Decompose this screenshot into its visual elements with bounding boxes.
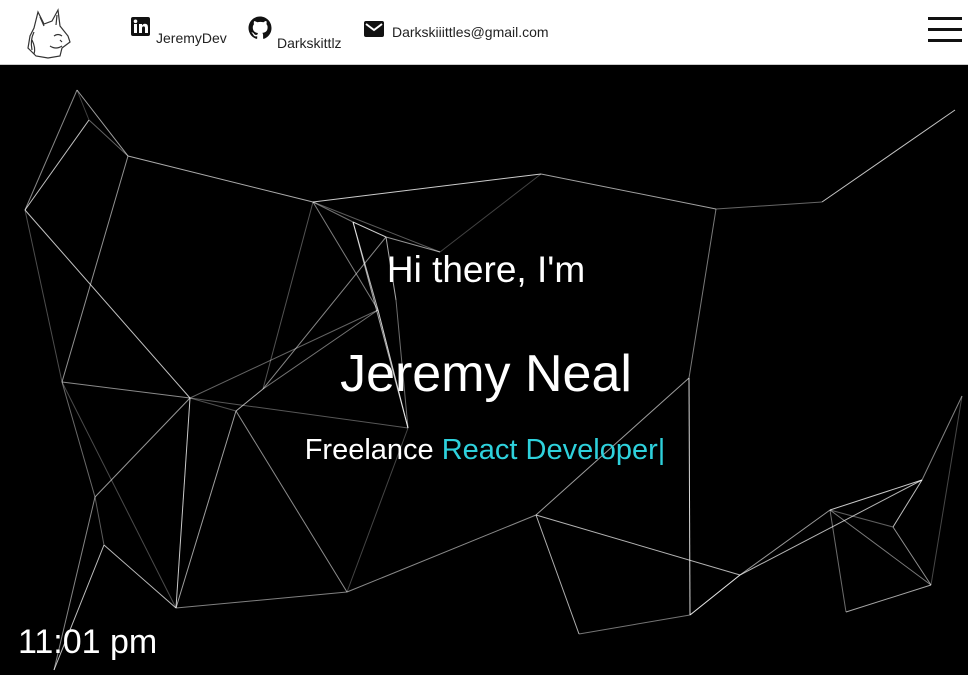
- mesh-line: [76, 89, 90, 121]
- hamburger-menu-icon[interactable]: [928, 17, 962, 45]
- mesh-line: [739, 509, 831, 576]
- linkedin-icon: [131, 17, 150, 36]
- mesh-line: [930, 395, 963, 586]
- mesh-line: [689, 574, 741, 616]
- mesh-line: [535, 514, 741, 576]
- mail-icon: [364, 21, 384, 37]
- mesh-line: [845, 584, 932, 613]
- greeting-text: Hi there, I'm: [386, 249, 586, 290]
- clock-display: 11:01 pm: [18, 623, 158, 661]
- mesh-line: [312, 173, 542, 203]
- mesh-line: [535, 514, 580, 635]
- mesh-line: [715, 201, 823, 210]
- mesh-line: [346, 514, 537, 593]
- role-prefix: Freelance: [304, 434, 434, 466]
- mesh-line: [892, 526, 932, 586]
- mesh-line: [127, 155, 314, 203]
- email-link[interactable]: Darkskiiittles@gmail.com: [364, 21, 549, 40]
- mesh-line: [175, 397, 191, 609]
- github-label: Darkskittlz: [277, 35, 342, 51]
- hero-section: Hi there, I'm Jeremy Neal Freelance Reac…: [0, 65, 968, 675]
- linkedin-label: JeremyDev: [156, 30, 227, 46]
- cat-head-logo-icon[interactable]: [24, 6, 76, 60]
- email-label: Darkskiiittles@gmail.com: [392, 24, 549, 40]
- linkedin-link[interactable]: JeremyDev: [131, 17, 227, 45]
- mesh-line: [94, 496, 105, 546]
- hero-name: Jeremy Neal: [340, 345, 632, 403]
- mesh-line: [312, 201, 441, 253]
- mesh-line: [829, 509, 932, 586]
- mesh-line: [829, 509, 847, 613]
- top-navbar: JeremyDev Darkskittlz Darkskiiittles@gma…: [0, 0, 968, 65]
- mesh-line: [739, 479, 923, 576]
- mesh-line: [439, 173, 542, 253]
- role-line: Freelance React Developer|: [0, 434, 968, 467]
- mesh-line: [76, 89, 129, 157]
- mesh-line: [821, 109, 956, 203]
- mesh-line: [103, 544, 177, 609]
- mesh-line: [24, 89, 78, 211]
- mesh-line: [829, 509, 894, 528]
- mesh-line: [578, 614, 691, 635]
- mesh-line: [688, 377, 691, 616]
- mesh-line: [24, 119, 90, 211]
- mesh-line: [88, 119, 129, 157]
- role-typed-text: React Developer|: [441, 434, 666, 466]
- mesh-line: [540, 173, 717, 210]
- mesh-line: [829, 479, 923, 511]
- mesh-line: [175, 591, 348, 609]
- mesh-line: [61, 381, 177, 609]
- github-icon: [248, 16, 272, 39]
- github-link[interactable]: Darkskittlz: [248, 16, 342, 50]
